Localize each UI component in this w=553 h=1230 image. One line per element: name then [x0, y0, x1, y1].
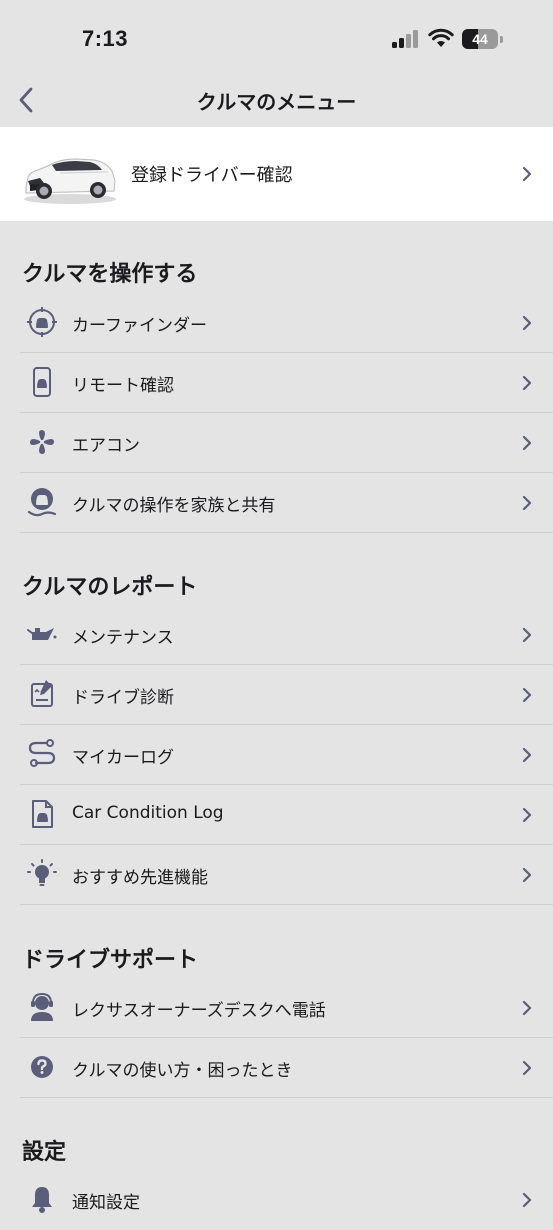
menu-item-label: おすすめ先進機能	[72, 868, 208, 888]
menu-item-notification-settings[interactable]: 通知設定	[20, 1170, 553, 1230]
route-icon	[28, 739, 56, 767]
chevron-right-icon	[522, 495, 532, 511]
menu-item-car-finder[interactable]: カーファインダー	[20, 293, 553, 353]
help-icon	[31, 1056, 53, 1078]
nav-bar: クルマのメニュー	[0, 80, 553, 126]
menu-item-label: Car Condition Log	[72, 803, 224, 823]
chevron-right-icon	[522, 627, 532, 643]
remote-check-icon	[33, 367, 51, 397]
section-title-operate: クルマを操作する	[22, 262, 198, 287]
car-image	[24, 158, 116, 204]
page-title: クルマのメニュー	[196, 90, 357, 114]
registered-driver-label: 登録ドライバー確認	[131, 165, 293, 186]
chevron-right-icon	[522, 687, 532, 703]
chevron-right-icon	[522, 1000, 532, 1016]
menu-item-recommended-features[interactable]: おすすめ先進機能	[20, 845, 553, 905]
registered-driver-card[interactable]: 登録ドライバー確認	[0, 127, 553, 221]
chevron-right-icon	[522, 1060, 532, 1076]
menu-item-label: ドライブ診断	[72, 688, 174, 708]
car-document-icon	[32, 800, 53, 828]
share-car-icon	[27, 488, 57, 517]
chevron-right-icon	[522, 807, 532, 823]
section-title-drive-support: ドライブサポート	[22, 948, 199, 973]
menu-item-help[interactable]: クルマの使い方・困ったとき	[20, 1038, 553, 1098]
chevron-right-icon	[522, 166, 532, 182]
battery-level: 44	[472, 31, 488, 47]
menu-item-label: エアコン	[72, 436, 140, 456]
menu-item-label: クルマの使い方・困ったとき	[72, 1061, 293, 1081]
menu-item-label: カーファインダー	[72, 316, 207, 336]
status-bar: 7:13 44	[0, 0, 553, 80]
menu-item-label: メンテナンス	[72, 628, 174, 648]
chevron-right-icon	[522, 315, 532, 331]
menu-item-air-conditioner[interactable]: エアコン	[20, 413, 553, 473]
chevron-right-icon	[522, 435, 532, 451]
menu-item-my-car-log[interactable]: マイカーログ	[20, 725, 553, 785]
lightbulb-icon	[27, 859, 57, 886]
status-time: 7:13	[82, 26, 129, 51]
menu-item-label: レクサスオーナーズデスクへ電話	[72, 1001, 326, 1021]
drive-diagnosis-icon	[31, 680, 53, 707]
menu-item-drive-diagnosis[interactable]: ドライブ診断	[20, 665, 553, 725]
chevron-right-icon	[522, 1192, 532, 1208]
chevron-right-icon	[522, 867, 532, 883]
signal-icon	[392, 30, 418, 48]
menu-item-owners-desk-call[interactable]: レクサスオーナーズデスクへ電話	[20, 978, 553, 1038]
menu-item-share-with-family[interactable]: クルマの操作を家族と共有	[20, 473, 553, 533]
menu-item-car-condition-log[interactable]: Car Condition Log	[20, 785, 553, 845]
menu-item-remote-check[interactable]: リモート確認	[20, 353, 553, 413]
menu-item-label: マイカーログ	[72, 748, 174, 768]
section-title-settings: 設定	[22, 1140, 67, 1165]
fan-icon	[30, 430, 54, 454]
chevron-right-icon	[522, 747, 532, 763]
car-finder-icon	[27, 307, 57, 337]
operator-icon	[31, 992, 53, 1021]
wifi-icon	[428, 28, 454, 47]
chevron-right-icon	[522, 375, 532, 391]
menu-item-label: 通知設定	[72, 1193, 140, 1213]
bell-icon	[32, 1187, 52, 1213]
oil-can-icon	[27, 628, 57, 640]
menu-item-label: クルマの操作を家族と共有	[72, 496, 276, 516]
menu-item-maintenance[interactable]: メンテナンス	[20, 605, 553, 665]
battery-indicator: 44	[462, 29, 504, 49]
menu-item-label: リモート確認	[72, 376, 174, 396]
section-title-report: クルマのレポート	[22, 575, 198, 600]
